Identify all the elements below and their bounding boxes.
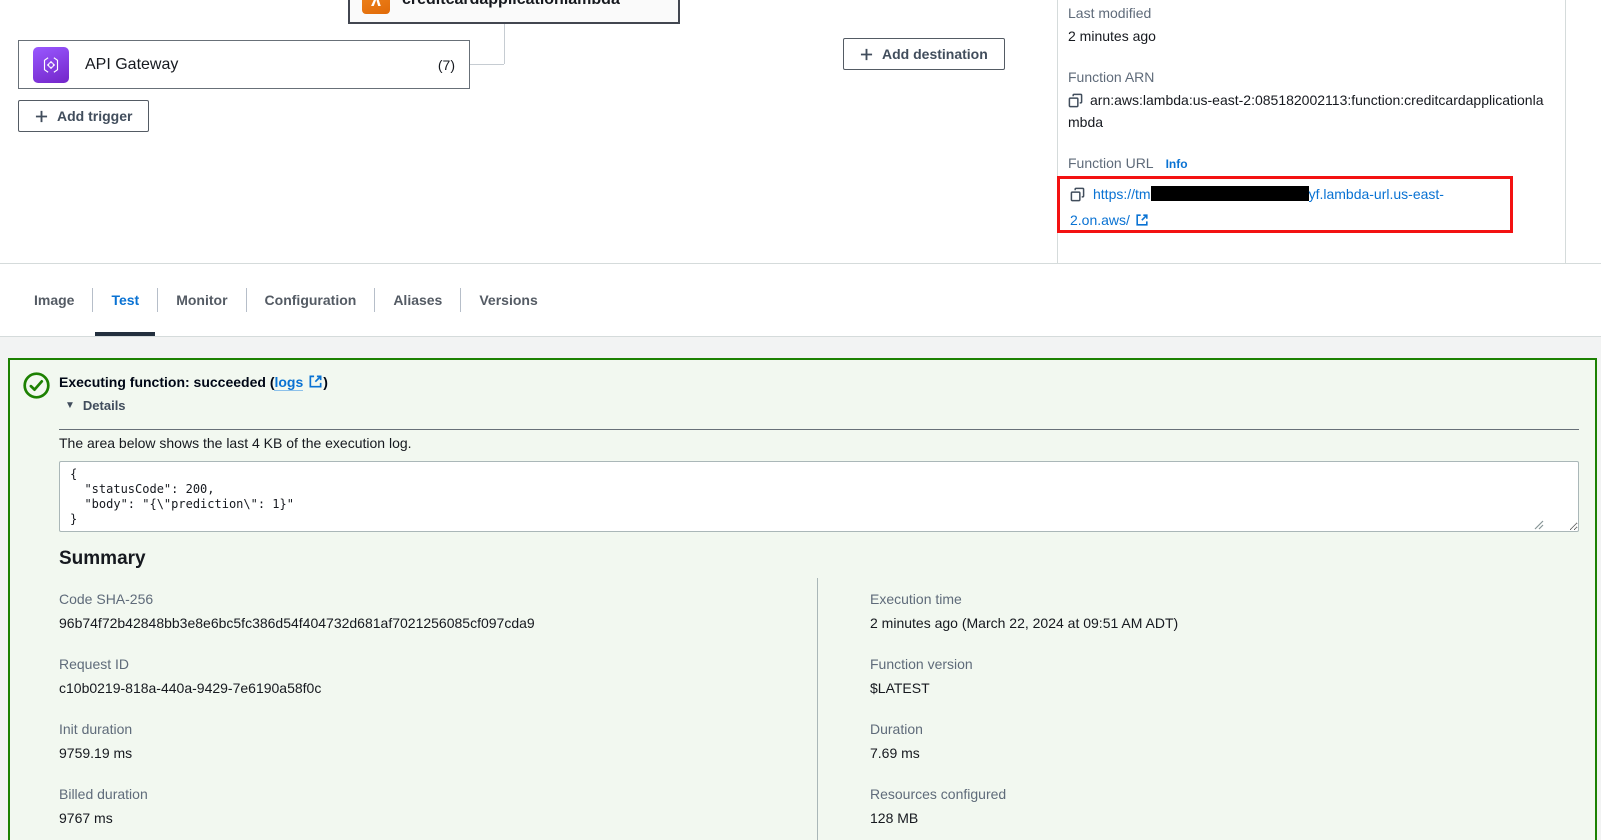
tab-configuration[interactable]: Configuration	[247, 264, 375, 336]
summary-pair-code-sha: Code SHA-256 96b74f72b42848bb3e8e6bc5fc3…	[59, 589, 779, 633]
success-check-icon	[22, 371, 51, 400]
function-url-line2: 2.on.aws/	[1070, 212, 1130, 228]
function-overview-card: λ creditcardapplicationlambda API Gatewa…	[0, 0, 1601, 264]
add-destination-button[interactable]: Add destination	[843, 38, 1005, 70]
node-connector-horizontal	[470, 64, 504, 65]
request-id-label: Request ID	[59, 654, 779, 674]
summary-pair-request-id: Request ID c10b0219-818a-440a-9429-7e619…	[59, 654, 779, 698]
tab-monitor[interactable]: Monitor	[158, 264, 245, 336]
copy-icon[interactable]	[1070, 187, 1085, 202]
external-link-icon[interactable]	[308, 374, 323, 389]
add-trigger-label: Add trigger	[57, 108, 132, 124]
tab-image[interactable]: Image	[16, 264, 92, 336]
status-text: Executing function: succeeded (	[59, 374, 274, 390]
details-label: Details	[83, 398, 126, 413]
api-gateway-node-label: API Gateway	[85, 56, 178, 74]
tab-aliases[interactable]: Aliases	[375, 264, 460, 336]
summary-pair-resources: Resources configured 128 MB	[870, 784, 1570, 828]
logs-link[interactable]: logs	[274, 374, 303, 391]
function-url-prefix: https://tm	[1093, 186, 1151, 202]
details-divider	[59, 429, 1579, 430]
summary-column-divider	[817, 578, 818, 840]
execution-result-banner: Executing function: succeeded (logs ) ▼ …	[8, 358, 1597, 840]
status-text-close: )	[323, 374, 328, 390]
summary-pair-execution-time: Execution time 2 minutes ago (March 22, …	[870, 589, 1570, 633]
code-sha-label: Code SHA-256	[59, 589, 779, 609]
copy-icon[interactable]	[1068, 93, 1083, 108]
execution-time-value: 2 minutes ago (March 22, 2024 at 09:51 A…	[870, 613, 1570, 633]
execution-status-title: Executing function: succeeded (logs )	[59, 372, 328, 392]
function-version-label: Function version	[870, 654, 1570, 674]
lambda-icon: λ	[362, 0, 390, 14]
card-right-border	[1565, 0, 1566, 264]
execution-log-note: The area below shows the last 4 KB of th…	[59, 433, 412, 453]
plus-icon	[35, 110, 48, 123]
details-expander[interactable]: ▼ Details	[65, 398, 126, 413]
resources-configured-value: 128 MB	[870, 808, 1570, 828]
execution-time-label: Execution time	[870, 589, 1570, 609]
init-duration-label: Init duration	[59, 719, 779, 739]
external-link-icon[interactable]	[1135, 213, 1149, 227]
api-gateway-trigger-count: (7)	[438, 57, 455, 73]
api-gateway-icon	[33, 47, 69, 83]
summary-pair-function-version: Function version $LATEST	[870, 654, 1570, 698]
caret-down-icon: ▼	[65, 400, 75, 411]
code-sha-value: 96b74f72b42848bb3e8e6bc5fc386d54f404732d…	[59, 613, 779, 633]
tab-versions[interactable]: Versions	[461, 264, 555, 336]
summary-heading: Summary	[59, 548, 146, 570]
resources-configured-label: Resources configured	[870, 784, 1570, 804]
summary-left-column: Code SHA-256 96b74f72b42848bb3e8e6bc5fc3…	[59, 589, 779, 840]
function-arn-label: Function ARN	[1068, 67, 1154, 87]
last-modified-value: 2 minutes ago	[1068, 26, 1156, 46]
lambda-node-label: creditcardapplicationlambda	[402, 0, 620, 9]
api-gateway-trigger-node[interactable]: API Gateway (7)	[18, 40, 470, 89]
summary-pair-duration: Duration 7.69 ms	[870, 719, 1570, 763]
summary-right-column: Execution time 2 minutes ago (March 22, …	[870, 589, 1570, 840]
tab-test[interactable]: Test	[93, 264, 157, 336]
info-link[interactable]: Info	[1166, 157, 1188, 171]
function-url-after-redaction: yf.lambda-url.us-east-	[1309, 186, 1444, 202]
billed-duration-label: Billed duration	[59, 784, 779, 804]
plus-icon	[860, 48, 873, 61]
function-tab-strip: Image Test Monitor Configuration Aliases…	[0, 264, 1601, 337]
execution-log-textarea[interactable]: { "statusCode": 200, "body": "{\"predict…	[59, 461, 1579, 532]
request-id-value: c10b0219-818a-440a-9429-7e6190a58f0c	[59, 678, 779, 698]
summary-pair-init-duration: Init duration 9759.19 ms	[59, 719, 779, 763]
function-arn-row: arn:aws:lambda:us-east-2:085182002113:fu…	[1068, 89, 1550, 133]
function-arn-value: arn:aws:lambda:us-east-2:085182002113:fu…	[1068, 92, 1543, 130]
duration-value: 7.69 ms	[870, 743, 1570, 763]
init-duration-value: 9759.19 ms	[59, 743, 779, 763]
resize-handle-icon[interactable]	[1534, 520, 1544, 530]
function-url-highlight-box: https://tm yf.lambda-url.us-east- 2.on.aws…	[1057, 176, 1513, 233]
function-url-link[interactable]: https://tm yf.lambda-url.us-east- 2.on.aws…	[1070, 186, 1500, 233]
lambda-function-node[interactable]: λ creditcardapplicationlambda	[348, 0, 680, 24]
redaction-bar	[1151, 186, 1309, 201]
duration-label: Duration	[870, 719, 1570, 739]
function-version-value: $LATEST	[870, 678, 1570, 698]
last-modified-label: Last modified	[1068, 3, 1151, 23]
add-trigger-button[interactable]: Add trigger	[18, 100, 149, 132]
billed-duration-value: 9767 ms	[59, 808, 779, 828]
node-connector-vertical	[504, 24, 505, 64]
add-destination-label: Add destination	[882, 46, 988, 62]
summary-pair-billed-duration: Billed duration 9767 ms	[59, 784, 779, 828]
function-url-label: Function URL	[1068, 153, 1154, 173]
